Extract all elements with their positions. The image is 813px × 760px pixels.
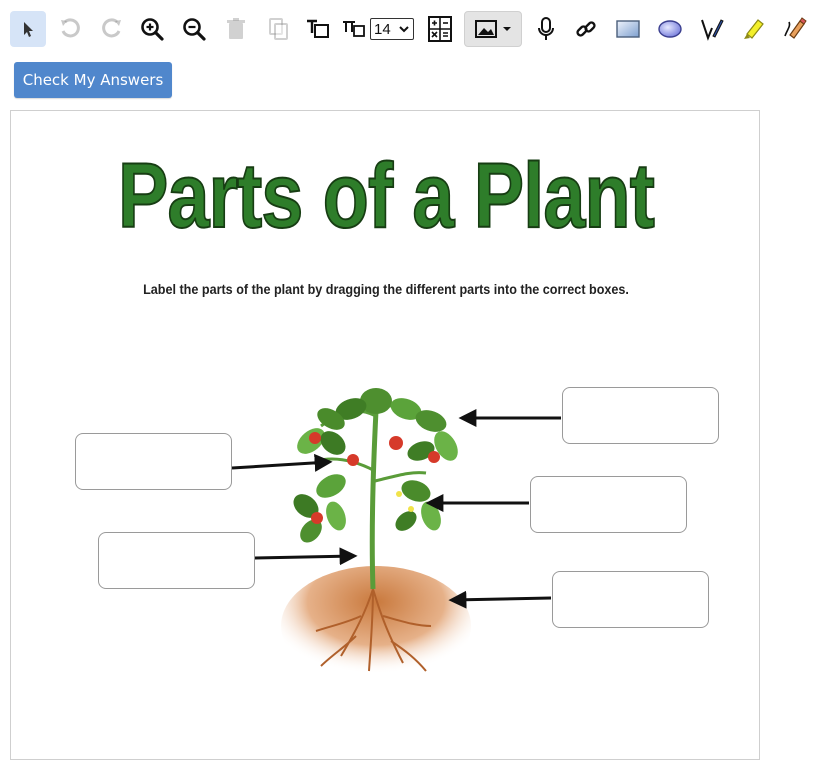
toolbar: 14 <box>0 0 813 58</box>
label-box-flower[interactable] <box>530 476 687 533</box>
font-size-value: 14 <box>374 20 391 38</box>
image-tool-button[interactable] <box>464 11 522 47</box>
undo-button[interactable] <box>52 11 88 47</box>
duplicate-button[interactable] <box>260 11 296 47</box>
zoom-in-button[interactable] <box>134 11 170 47</box>
pencil-eraser-icon <box>784 17 807 39</box>
cursor-arrow-icon <box>24 22 33 37</box>
image-icon <box>475 20 497 38</box>
check-my-answers-label: Check My Answers <box>22 71 164 89</box>
math-tool-button[interactable] <box>422 11 458 47</box>
math-symbols-icon <box>428 16 452 42</box>
ellipse-tool-button[interactable] <box>652 11 688 47</box>
copy-pages-icon <box>269 18 288 40</box>
arrow-stem <box>254 547 358 566</box>
soil <box>281 566 471 686</box>
pen-tool-button[interactable] <box>694 11 730 47</box>
arrow-leaf <box>231 453 333 472</box>
label-box-leaf[interactable] <box>75 433 232 490</box>
microphone-icon <box>538 17 554 40</box>
zoom-in-icon <box>141 18 164 41</box>
highlighter-icon <box>744 19 764 39</box>
undo-icon <box>61 18 80 38</box>
label-box-roots[interactable] <box>552 571 709 628</box>
redo-icon <box>102 18 121 38</box>
zoom-out-button[interactable] <box>176 11 212 47</box>
eraser-tool-button[interactable] <box>776 11 812 47</box>
text-size-icon <box>343 21 365 37</box>
rectangle-shape-icon <box>616 20 640 38</box>
label-box-top-leaves[interactable] <box>562 387 719 444</box>
highlighter-tool-button[interactable] <box>736 11 772 47</box>
font-size-select[interactable]: 14 <box>370 18 414 40</box>
redo-button[interactable] <box>94 11 130 47</box>
text-box-icon <box>307 19 329 38</box>
record-audio-button[interactable] <box>528 11 564 47</box>
worksheet-canvas: Parts of a Plant Label the parts of the … <box>10 110 760 760</box>
stem <box>369 410 379 590</box>
check-my-answers-button[interactable]: Check My Answers <box>14 62 172 98</box>
trash-can-icon <box>227 18 245 39</box>
link-tool-button[interactable] <box>568 11 604 47</box>
delete-button[interactable] <box>218 11 254 47</box>
pen-icon <box>701 19 724 41</box>
ellipse-shape-icon <box>658 20 682 38</box>
chain-link-icon <box>576 21 596 37</box>
arrow-roots <box>448 590 552 609</box>
zoom-out-icon <box>183 18 206 41</box>
label-box-stem[interactable] <box>98 532 255 589</box>
chevron-down-icon <box>399 26 409 33</box>
text-size-button[interactable] <box>336 11 372 47</box>
rectangle-tool-button[interactable] <box>610 11 646 47</box>
caret-down-icon <box>503 27 511 31</box>
select-tool-button[interactable] <box>10 11 46 47</box>
text-tool-button[interactable] <box>300 11 336 47</box>
